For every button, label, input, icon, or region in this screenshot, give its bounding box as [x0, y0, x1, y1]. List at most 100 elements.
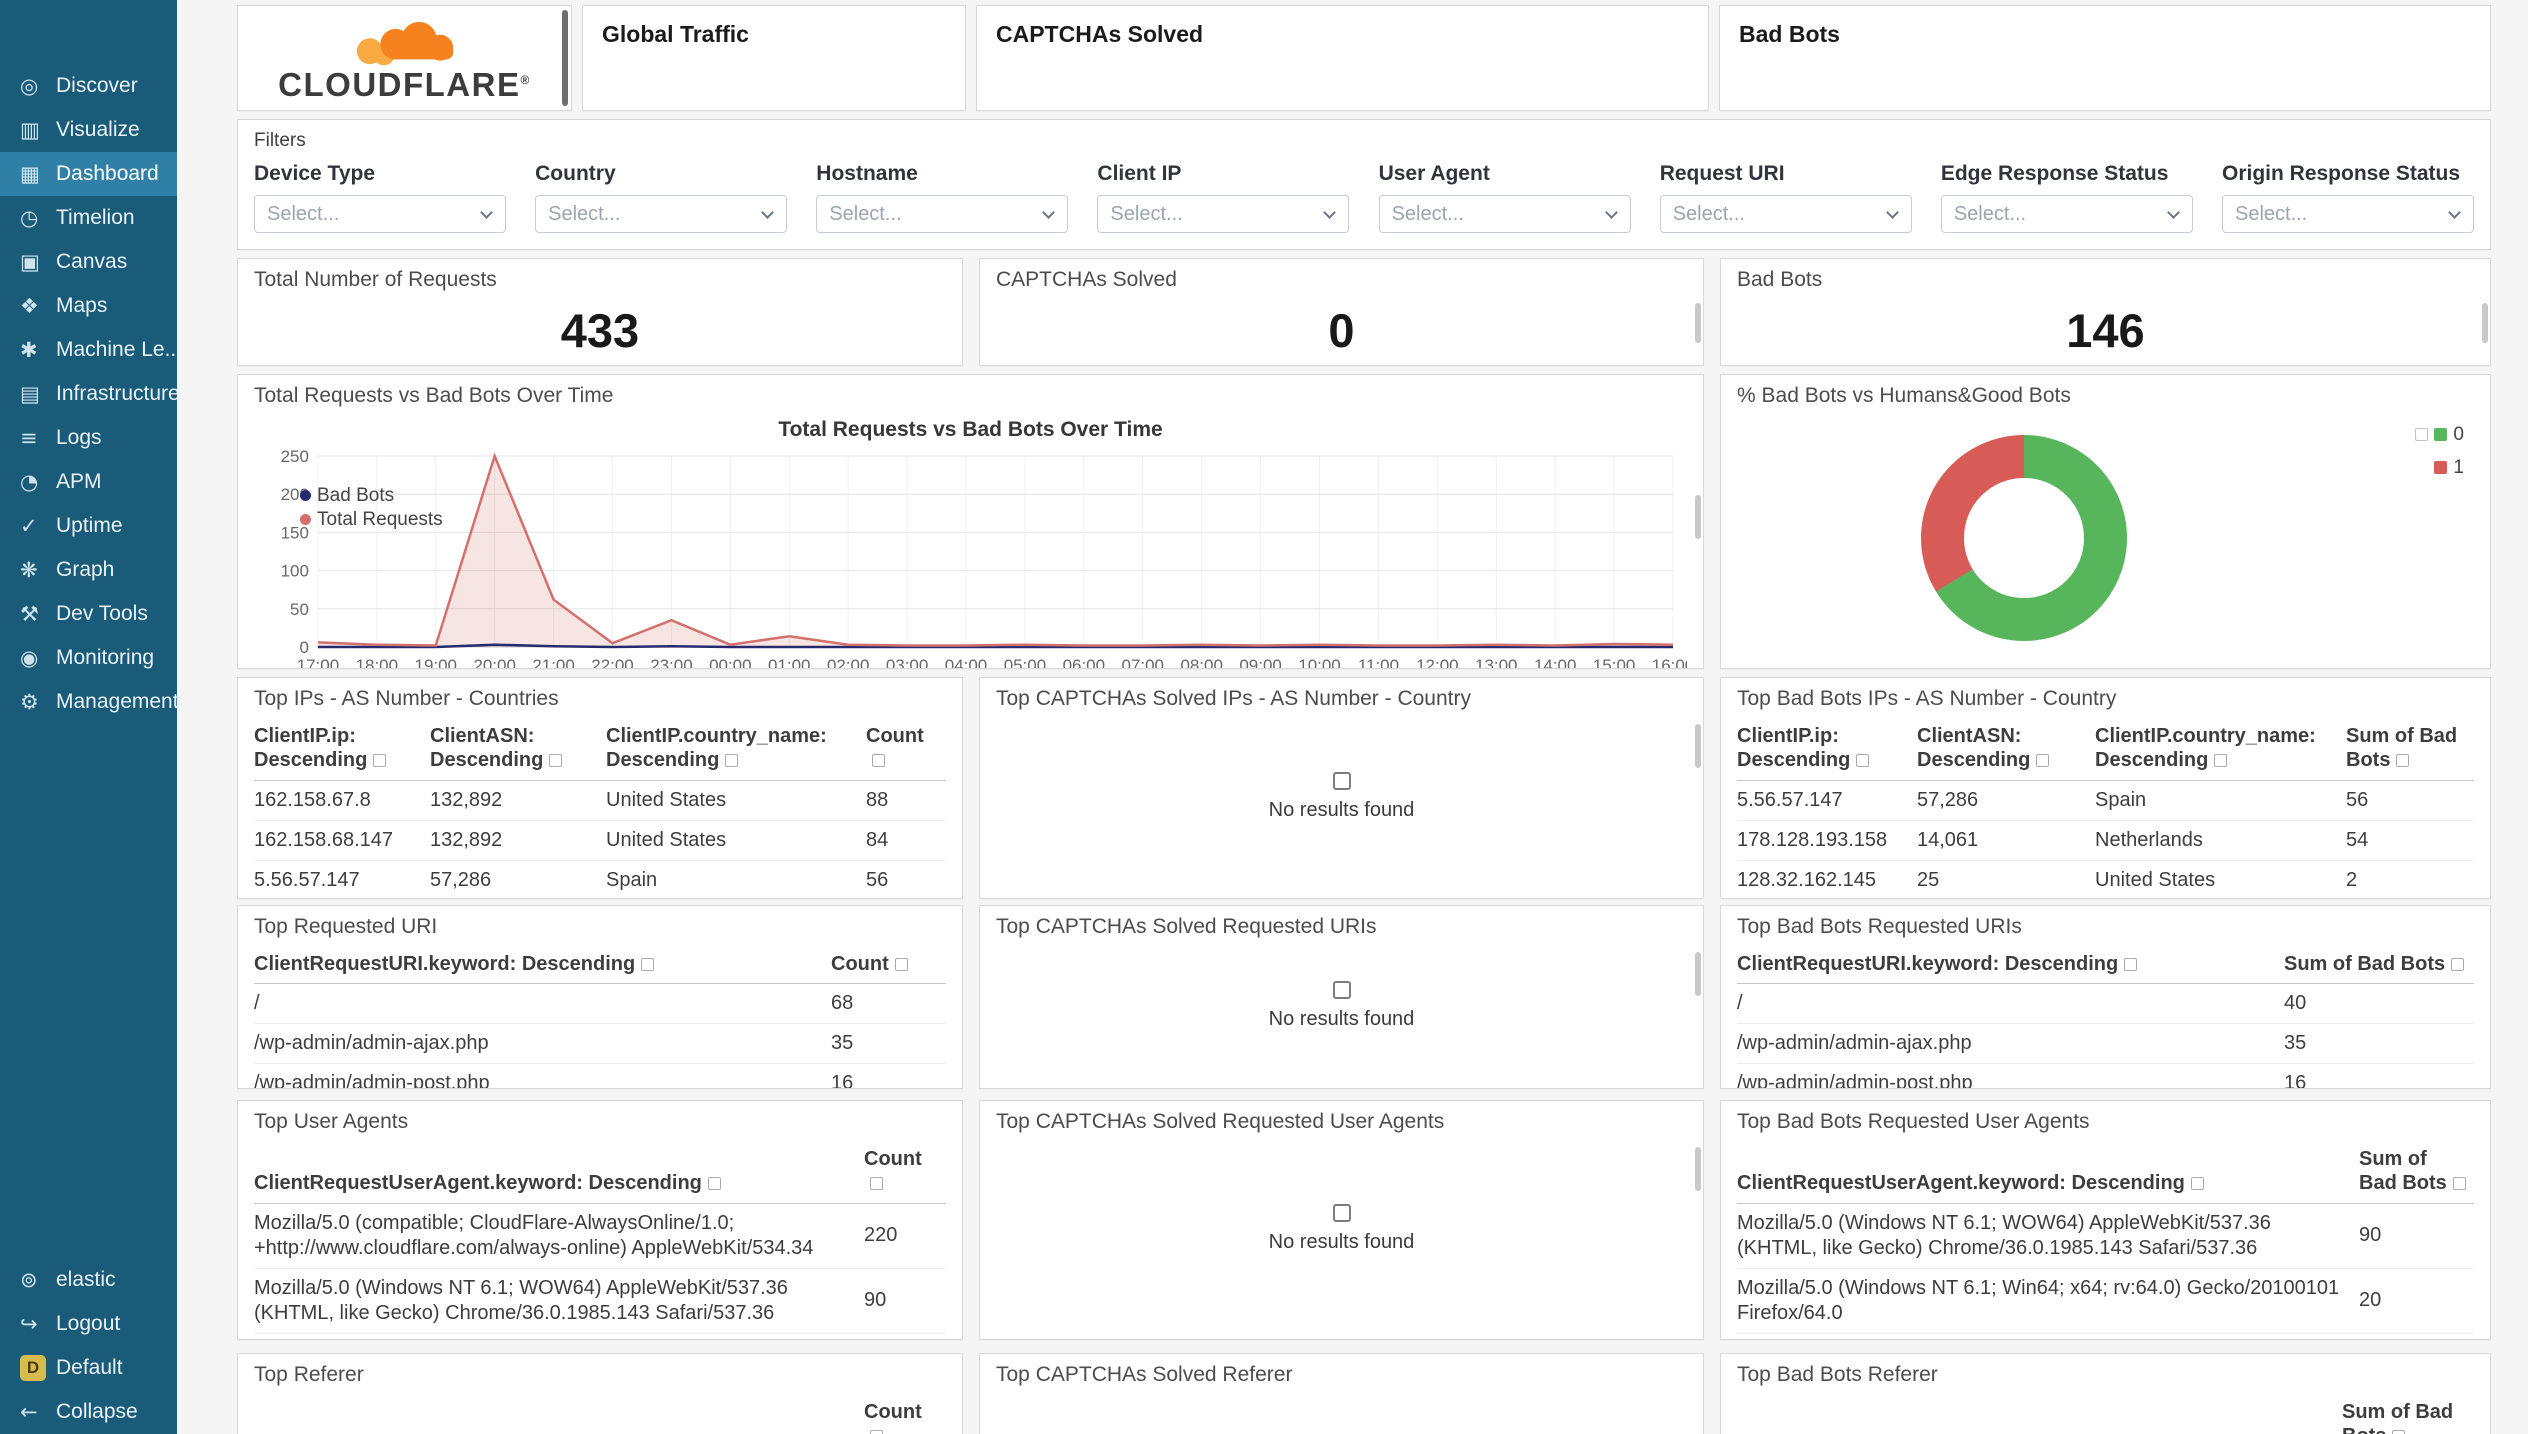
svg-text:08:00: 08:00	[1180, 656, 1222, 669]
column-header[interactable]: Sum of Bad Bots	[2359, 1142, 2474, 1204]
column-header[interactable]: ClientIP.country_name: Descending	[606, 719, 866, 781]
column-header[interactable]	[1737, 1395, 2342, 1434]
filter-icon[interactable]	[725, 754, 739, 768]
donut-chart[interactable]	[1921, 435, 2127, 641]
sidebar-item-logout[interactable]: ↪ Logout	[0, 1302, 177, 1346]
scrollbar[interactable]	[1695, 495, 1701, 539]
user-agent-select[interactable]: Select...	[1378, 195, 1631, 233]
sidebar-item-visualize[interactable]: ▥ Visualize	[0, 108, 177, 152]
device-type-select[interactable]: Select...	[254, 195, 506, 233]
table-row[interactable]: 162.158.67.8 132,892 United States 88	[254, 780, 946, 821]
column-header[interactable]: ClientRequestURI.keyword: Descending	[1737, 947, 2284, 985]
sidebar-item-infrastructure[interactable]: ▤ Infrastructure	[0, 372, 177, 416]
table-row[interactable]: /40	[1737, 983, 2474, 1025]
table-row[interactable]: /wp-admin/admin-post.php 16	[1737, 1063, 2474, 1088]
filter-icon[interactable]	[1856, 754, 1870, 768]
column-header[interactable]: ClientRequestURI.keyword: Descending	[254, 947, 831, 985]
filter-icon[interactable]	[707, 1177, 721, 1191]
sidebar-item-canvas[interactable]: ▣ Canvas	[0, 240, 177, 284]
uptime-icon: ✓	[20, 514, 38, 538]
sidebar-item-management[interactable]: ⚙ Management	[0, 680, 177, 724]
filter-icon[interactable]	[2396, 754, 2410, 768]
sidebar-item-discover[interactable]: ◎ Discover	[0, 64, 177, 108]
column-header[interactable]: ClientASN: Descending	[430, 719, 606, 781]
filter-icon[interactable]	[870, 1177, 883, 1191]
panel-title: Top User Agents	[254, 1110, 409, 1133]
table-row[interactable]: 5.56.57.147 57,286 Spain 56	[254, 860, 946, 898]
legend-item-bad-bots[interactable]: Bad Bots	[300, 484, 443, 508]
edge-response-status-select[interactable]: Select...	[1940, 195, 2193, 233]
table-row[interactable]: 5.56.57.147 57,286 Spain 56	[1737, 780, 2474, 821]
column-header[interactable]: ClientRequestUserAgent.keyword: Descendi…	[1737, 1142, 2359, 1204]
table-row[interactable]: /wp-admin/admin-post.php 16	[254, 1063, 946, 1088]
filter-icon[interactable]	[2036, 754, 2050, 768]
filter-icon[interactable]	[872, 754, 885, 768]
legend-item-0[interactable]: 0	[2415, 423, 2464, 447]
table-row[interactable]: /wp-admin/admin-ajax.php 35	[1737, 1023, 2474, 1065]
filter-icon[interactable]	[2392, 1430, 2406, 1434]
column-header[interactable]: ClientASN: Descending	[1917, 719, 2095, 781]
client-ip-select[interactable]: Select...	[1097, 195, 1350, 233]
column-header[interactable]: Count	[866, 719, 946, 781]
sidebar-item-maps[interactable]: ❖ Maps	[0, 284, 177, 328]
table-row[interactable]: Mozilla/5.0 (Windows NT 6.1; WOW64) Appl…	[254, 1268, 946, 1334]
filter-icon[interactable]	[2124, 958, 2138, 971]
scrollbar[interactable]	[1695, 303, 1701, 343]
column-header[interactable]: Count	[831, 947, 946, 985]
table-row[interactable]: Mozilla/5.0 (Windows NT 6.1; Win64; x64;…	[1737, 1268, 2474, 1334]
sidebar-item-collapse[interactable]: ← Collapse	[0, 1390, 177, 1434]
column-header[interactable]: Count	[864, 1395, 946, 1434]
sidebar-item-graph[interactable]: ❋ Graph	[0, 548, 177, 592]
scrollbar[interactable]	[562, 10, 568, 106]
request-uri-select[interactable]: Select...	[1659, 195, 1912, 233]
table-row[interactable]: 128.32.162.145 25 United States 2	[1737, 860, 2474, 898]
origin-response-status-select[interactable]: Select...	[2221, 195, 2474, 233]
scrollbar[interactable]	[1695, 1147, 1701, 1191]
filter-label: Request URI	[1659, 162, 1785, 185]
filter-icon[interactable]	[2190, 1177, 2204, 1191]
sidebar-item-user-elastic[interactable]: ⊚ elastic	[0, 1258, 177, 1302]
table-row[interactable]: Mozilla/5.0 (compatible; CloudFlare-Alwa…	[254, 1203, 946, 1269]
sidebar-item-uptime[interactable]: ✓ Uptime	[0, 504, 177, 548]
column-header[interactable]: Sum of Bad Bots	[2342, 1395, 2474, 1434]
column-header[interactable]: ClientIP.ip: Descending	[1737, 719, 1917, 781]
table-row[interactable]: Mozilla/5.0 (Windows NT 6.1; WOW64) Appl…	[1737, 1203, 2474, 1269]
column-header[interactable]: ClientRequestUserAgent.keyword: Descendi…	[254, 1142, 864, 1204]
sidebar-item-dashboard[interactable]: ▦ Dashboard	[0, 152, 177, 196]
scrollbar[interactable]	[1695, 724, 1701, 768]
column-header[interactable]	[254, 1395, 864, 1434]
filter-icon[interactable]	[894, 958, 908, 971]
table-row[interactable]: /wp-admin/admin-ajax.php 35	[254, 1023, 946, 1065]
filter-icon[interactable]	[2452, 1177, 2466, 1191]
legend-item-total-requests[interactable]: Total Requests	[300, 508, 443, 532]
column-header[interactable]: Sum of Bad Bots	[2284, 947, 2474, 985]
column-header[interactable]: Count	[864, 1142, 946, 1204]
scrollbar[interactable]	[1695, 952, 1701, 996]
hostname-select[interactable]: Select...	[816, 195, 1069, 233]
sidebar-item-timelion[interactable]: ◷ Timelion	[0, 196, 177, 240]
table-row[interactable]: /68	[254, 983, 946, 1025]
scrollbar[interactable]	[2482, 303, 2488, 343]
sidebar-item-logs[interactable]: ≡ Logs	[0, 416, 177, 460]
table-row[interactable]: 162.158.68.147 132,892 United States 84	[254, 820, 946, 861]
filter-icon[interactable]	[2214, 754, 2228, 768]
filter-icon[interactable]	[549, 754, 563, 768]
country-select[interactable]: Select...	[535, 195, 788, 233]
sidebar-item-machine-learning[interactable]: ✱ Machine Le...	[0, 328, 177, 372]
sidebar-item-dev-tools[interactable]: ⚒ Dev Tools	[0, 592, 177, 636]
sidebar-item-space-default[interactable]: D Default	[0, 1346, 177, 1390]
filter-icon[interactable]	[870, 1430, 883, 1434]
column-header[interactable]: ClientIP.ip: Descending	[254, 719, 430, 781]
filter-icon[interactable]	[641, 958, 655, 971]
svg-text:250: 250	[281, 447, 309, 466]
table-row[interactable]: 178.128.193.158 14,061 Netherlands 54	[1737, 820, 2474, 861]
total-requests-metric-panel: Total Number of Requests 433	[237, 258, 963, 366]
legend-item-1[interactable]: 1	[2434, 456, 2464, 480]
filter-icon[interactable]	[373, 754, 387, 768]
column-header[interactable]: Sum of Bad Bots	[2346, 719, 2474, 781]
svg-text:10:00: 10:00	[1298, 656, 1340, 669]
sidebar-item-monitoring[interactable]: ◉ Monitoring	[0, 636, 177, 680]
column-header[interactable]: ClientIP.country_name: Descending	[2095, 719, 2346, 781]
filter-icon[interactable]	[2451, 958, 2465, 971]
sidebar-item-apm[interactable]: ◔ APM	[0, 460, 177, 504]
